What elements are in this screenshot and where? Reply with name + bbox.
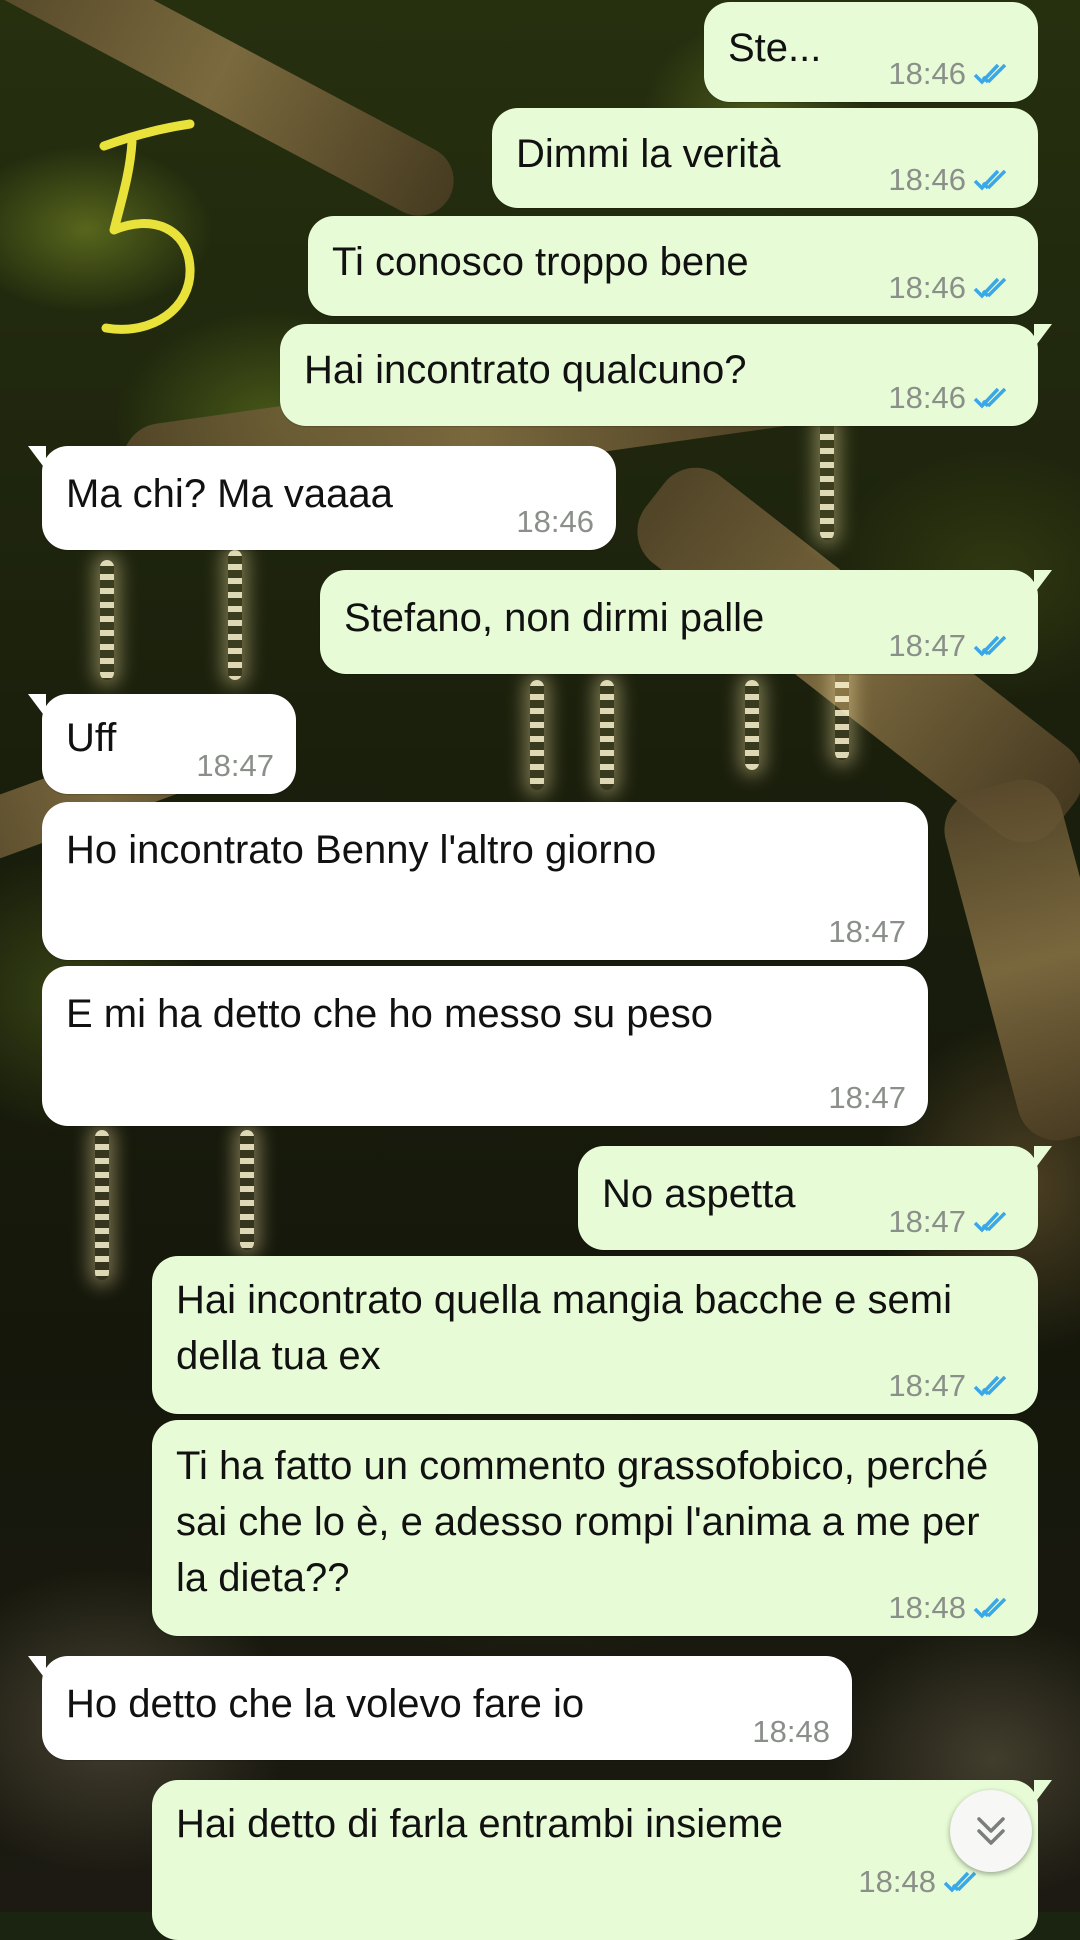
message-meta: 18:47 (888, 628, 1016, 664)
message-text: Ti conosco troppo bene (332, 240, 749, 284)
message-meta: 18:47 (196, 748, 274, 784)
message-meta: 18:47 (888, 1204, 1016, 1240)
message-text: Hai detto di farla entrambi insieme (176, 1802, 783, 1846)
outgoing-message[interactable]: Hai incontrato qualcuno? 18:46 (280, 324, 1052, 426)
read-double-check-icon (973, 1597, 1007, 1619)
message-time: 18:47 (196, 748, 274, 783)
message-time: 18:48 (752, 1714, 830, 1749)
message-time: 18:46 (888, 162, 966, 197)
message-meta: 18:48 (858, 1864, 986, 1900)
message-meta: 18:46 (516, 504, 594, 540)
incoming-message[interactable]: Ho incontrato Benny l'altro giorno 18:47 (42, 802, 928, 960)
message-time: 18:46 (888, 270, 966, 305)
message-time: 18:47 (828, 914, 906, 949)
read-double-check-icon (973, 169, 1007, 191)
message-time: 18:48 (888, 1590, 966, 1625)
scroll-to-bottom-button[interactable] (950, 1790, 1032, 1872)
message-text: E mi ha detto che ho messo su peso (66, 992, 714, 1036)
message-text: Uff (66, 716, 117, 760)
read-double-check-icon (973, 1375, 1007, 1397)
message-meta: 18:48 (752, 1714, 830, 1750)
message-meta: 18:46 (888, 380, 1016, 416)
message-meta: 18:47 (828, 1080, 906, 1116)
outgoing-message[interactable]: Dimmi la verità 18:46 (492, 108, 1038, 208)
message-time: 18:47 (888, 628, 966, 663)
message-text: No aspetta (602, 1172, 796, 1216)
outgoing-message[interactable]: Hai detto di farla entrambi insieme 18:4… (152, 1780, 1052, 1940)
message-meta: 18:48 (888, 1590, 1016, 1626)
message-time: 18:46 (516, 504, 594, 539)
message-text: Ti ha fatto un commento grassofobico, pe… (176, 1444, 989, 1600)
message-meta: 18:47 (828, 914, 906, 950)
outgoing-message[interactable]: Ti conosco troppo bene 18:46 (308, 216, 1038, 316)
message-text: Stefano, non dirmi palle (344, 596, 765, 640)
outgoing-message[interactable]: Ste... 18:46 (704, 2, 1038, 102)
message-time: 18:47 (888, 1368, 966, 1403)
outgoing-message[interactable]: Hai incontrato quella mangia bacche e se… (152, 1256, 1038, 1414)
message-time: 18:47 (888, 1204, 966, 1239)
outgoing-message[interactable]: No aspetta 18:47 (578, 1146, 1052, 1250)
read-double-check-icon (973, 277, 1007, 299)
message-text: Dimmi la verità (516, 132, 781, 176)
outgoing-message[interactable]: Stefano, non dirmi palle 18:47 (320, 570, 1052, 674)
double-chevron-down-icon (977, 1817, 1005, 1845)
incoming-message[interactable]: Ma chi? Ma vaaaa 18:46 (28, 446, 616, 550)
message-text: Ho detto che la volevo fare io (66, 1682, 585, 1726)
chat-conversation: Ste... 18:46 Dimmi la verità 18:46 Ti co… (0, 0, 1080, 1940)
read-double-check-icon (973, 635, 1007, 657)
message-meta: 18:46 (888, 162, 1016, 198)
message-time: 18:46 (888, 380, 966, 415)
incoming-message[interactable]: Ho detto che la volevo fare io 18:48 (28, 1656, 852, 1760)
message-time: 18:47 (828, 1080, 906, 1115)
message-text: Hai incontrato qualcuno? (304, 348, 747, 392)
message-time: 18:48 (858, 1864, 936, 1899)
message-text: Ma chi? Ma vaaaa (66, 472, 393, 516)
read-double-check-icon (943, 1871, 977, 1893)
message-meta: 18:47 (888, 1368, 1016, 1404)
message-time: 18:46 (888, 56, 966, 91)
message-text: Ste... (728, 26, 822, 70)
message-meta: 18:46 (888, 270, 1016, 306)
message-meta: 18:46 (888, 56, 1016, 92)
incoming-message[interactable]: Uff 18:47 (28, 694, 296, 794)
incoming-message[interactable]: E mi ha detto che ho messo su peso 18:47 (42, 966, 928, 1126)
outgoing-message[interactable]: Ti ha fatto un commento grassofobico, pe… (152, 1420, 1038, 1636)
read-double-check-icon (973, 63, 1007, 85)
read-double-check-icon (973, 387, 1007, 409)
read-double-check-icon (973, 1211, 1007, 1233)
message-text: Ho incontrato Benny l'altro giorno (66, 828, 657, 872)
